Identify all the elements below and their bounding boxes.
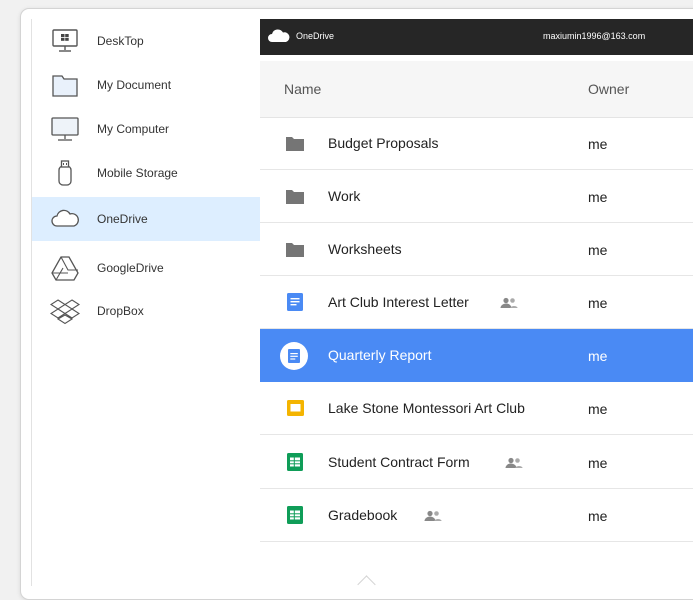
sidebar-item-dropbox[interactable]: DropBox xyxy=(32,289,260,333)
file-owner: me xyxy=(588,242,608,258)
file-owner: me xyxy=(588,136,608,152)
usb-drive-icon xyxy=(48,158,82,188)
table-row[interactable]: Worksheets me xyxy=(260,223,693,276)
google-sheets-icon xyxy=(286,453,304,471)
folder-icon xyxy=(286,240,304,258)
table-row[interactable]: Gradebook me xyxy=(260,489,693,542)
file-owner: me xyxy=(588,508,608,524)
file-name: Lake Stone Montessori Art Club xyxy=(328,400,525,416)
column-header-name[interactable]: Name xyxy=(284,81,321,97)
file-name: Gradebook xyxy=(328,507,398,523)
sidebar: DeskTop My Document My Computer Mobile S… xyxy=(31,19,261,586)
table-row[interactable]: Budget Proposals me xyxy=(260,117,693,170)
user-account[interactable]: maxiumin1996@163.com xyxy=(543,31,645,41)
sidebar-item-mobile-storage[interactable]: Mobile Storage xyxy=(32,151,260,195)
file-name: Budget Proposals xyxy=(328,135,439,151)
google-drive-icon xyxy=(48,253,82,283)
cloud-icon xyxy=(48,204,82,234)
google-docs-icon xyxy=(286,293,304,311)
table-row-selected[interactable]: Quarterly Report me xyxy=(260,329,693,382)
file-owner: me xyxy=(588,189,608,205)
google-sheets-icon xyxy=(286,506,304,524)
sidebar-item-label: DropBox xyxy=(97,304,144,318)
monitor-icon xyxy=(48,114,82,144)
folder-icon xyxy=(48,70,82,100)
title-bar: OneDrive maxiumin1996@163.com xyxy=(260,19,693,55)
shared-people-icon xyxy=(424,509,442,527)
shared-people-icon xyxy=(500,296,518,314)
file-name: Worksheets xyxy=(328,241,402,257)
table-row[interactable]: Work me xyxy=(260,170,693,223)
sidebar-item-my-document[interactable]: My Document xyxy=(32,63,260,107)
table-row[interactable]: Lake Stone Montessori Art Club me xyxy=(260,382,693,435)
desktop-icon xyxy=(48,26,82,56)
file-owner: me xyxy=(588,455,608,471)
table-row[interactable]: Art Club Interest Letter me xyxy=(260,276,693,329)
sidebar-item-googledrive[interactable]: GoogleDrive xyxy=(32,246,260,290)
file-name: Quarterly Report xyxy=(328,347,432,363)
file-owner: me xyxy=(588,295,608,311)
sidebar-item-onedrive[interactable]: OneDrive xyxy=(32,197,260,241)
file-list: Name Owner Budget Proposals me Work me W… xyxy=(260,55,693,586)
sidebar-item-label: OneDrive xyxy=(97,212,148,226)
file-name: Work xyxy=(328,188,361,204)
google-slides-icon xyxy=(286,399,304,417)
onedrive-cloud-icon xyxy=(267,28,291,49)
google-docs-icon xyxy=(279,341,309,371)
sidebar-item-label: My Document xyxy=(97,78,172,92)
table-header: Name Owner xyxy=(260,61,693,118)
file-owner: me xyxy=(588,348,608,364)
column-header-owner[interactable]: Owner xyxy=(588,81,629,97)
sidebar-item-label: GoogleDrive xyxy=(97,261,164,275)
sidebar-item-label: Mobile Storage xyxy=(97,166,178,180)
file-name: Student Contract Form xyxy=(328,454,470,470)
folder-icon xyxy=(286,187,304,205)
file-name: Art Club Interest Letter xyxy=(328,294,469,310)
sidebar-item-label: DeskTop xyxy=(97,34,144,48)
sidebar-item-label: My Computer xyxy=(97,122,170,136)
folder-icon xyxy=(286,134,304,152)
file-owner: me xyxy=(588,401,608,417)
shared-people-icon xyxy=(505,456,523,474)
dropbox-icon xyxy=(48,296,82,326)
sidebar-item-my-computer[interactable]: My Computer xyxy=(32,107,260,151)
sidebar-item-desktop[interactable]: DeskTop xyxy=(32,19,260,63)
table-row[interactable]: Student Contract Form me xyxy=(260,436,693,489)
app-title: OneDrive xyxy=(296,31,335,41)
